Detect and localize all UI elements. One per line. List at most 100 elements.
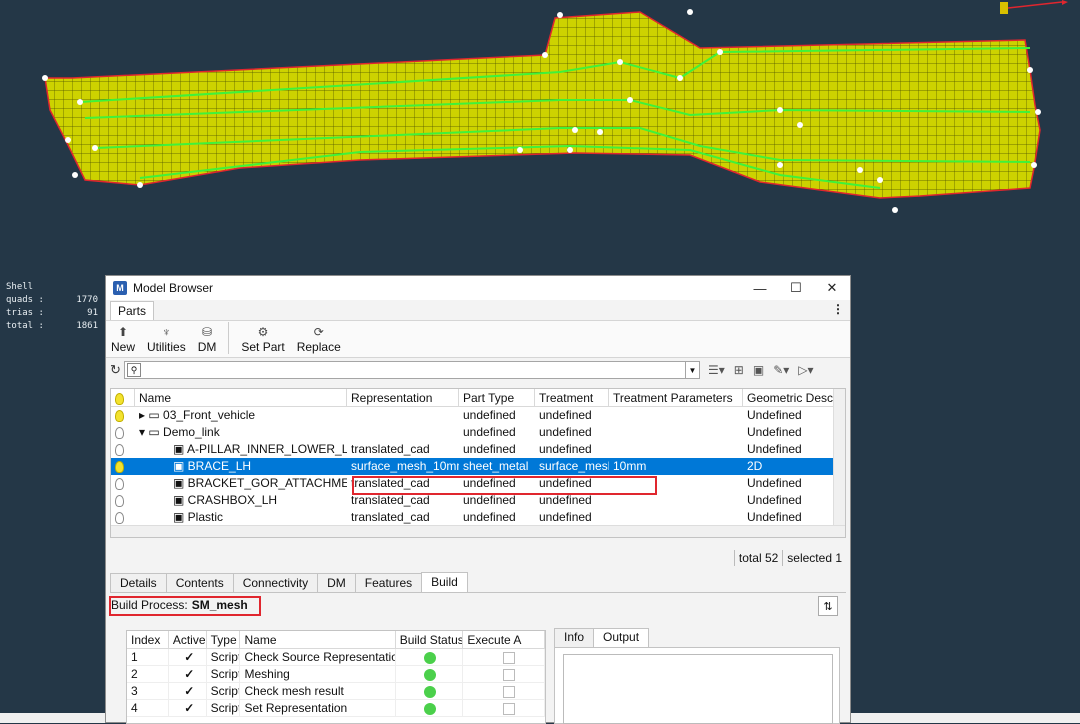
output-panel xyxy=(554,647,840,724)
status-dot-icon xyxy=(423,651,436,664)
replace-icon: ⟳ xyxy=(313,325,324,339)
build-steps-table: Index Active Type Name Build Status Exec… xyxy=(126,630,546,724)
tab-build[interactable]: Build xyxy=(421,572,468,592)
table-row-selected[interactable]: ▣ BRACE_LH surface_mesh_10mm sheet_metal… xyxy=(111,458,845,475)
search-box[interactable]: ⚲ xyxy=(124,361,686,379)
tab-contents[interactable]: Contents xyxy=(165,573,234,592)
visibility-bulb-icon[interactable] xyxy=(111,492,135,509)
column-name[interactable]: Name xyxy=(135,389,347,406)
part-icon: ▣ xyxy=(173,442,188,456)
parts-table: Name Representation Part Type Treatment … xyxy=(110,388,846,538)
execute-checkbox[interactable] xyxy=(503,685,516,698)
set-part-button[interactable]: ⚙ Set Part xyxy=(241,325,284,354)
visibility-bulb-icon[interactable] xyxy=(111,475,135,492)
active-checkbox[interactable]: ✓ xyxy=(169,700,207,716)
step-row[interactable]: 4 ✓ Script Set Representation xyxy=(127,700,545,717)
visibility-bulb-icon[interactable] xyxy=(111,424,135,441)
collapse-chevron-icon[interactable]: ▾ xyxy=(139,425,148,439)
search-row: ↻ ⚲ ▼ ☰▾ ⊞ ▣ ✎▾ ▷▾ xyxy=(106,358,850,382)
title-bar[interactable]: M Model Browser — ☐ ✕ xyxy=(106,276,850,300)
minimize-button[interactable]: — xyxy=(742,276,778,300)
output-textarea[interactable] xyxy=(563,654,833,724)
table-header: Name Representation Part Type Treatment … xyxy=(111,389,845,407)
mesh-model[interactable] xyxy=(0,0,1080,262)
tab-dm[interactable]: DM xyxy=(317,573,356,592)
utilities-icon: ♆ xyxy=(161,325,171,339)
axis-triad xyxy=(992,0,1080,18)
app-icon: M xyxy=(113,281,127,295)
horizontal-scrollbar[interactable] xyxy=(111,525,845,537)
utilities-button[interactable]: ♆ Utilities xyxy=(147,325,186,354)
visibility-bulb-icon[interactable] xyxy=(111,509,135,526)
highlight-box-brace-row xyxy=(352,476,657,495)
total-count: total 52 xyxy=(733,550,782,566)
table-row[interactable]: ▣ Plastic translated_cad undefined undef… xyxy=(111,509,845,526)
info-output-tabs: Info Output xyxy=(554,628,650,647)
search-input[interactable] xyxy=(141,363,685,377)
pointer-icon[interactable]: ▷▾ xyxy=(798,363,813,377)
selected-count: selected 1 xyxy=(782,550,846,566)
step-row[interactable]: 3 ✓ Script Check mesh result xyxy=(127,683,545,700)
status-dot-icon xyxy=(423,685,436,698)
part-icon: ▣ xyxy=(173,459,188,473)
browser-tabs: Parts ⋮ xyxy=(106,300,850,320)
table-row[interactable]: ▣ A-PILLAR_INNER_LOWER_LH translated_cad… xyxy=(111,441,845,458)
execute-checkbox[interactable] xyxy=(503,651,516,664)
part-icon: ▣ xyxy=(173,510,188,524)
build-settings-icon[interactable]: ⇅ xyxy=(818,596,838,616)
stats-row: quads :1770 xyxy=(6,295,98,305)
visibility-bulb-icon[interactable] xyxy=(111,441,135,458)
table-row[interactable]: ▸ ▭ 03_Front_vehicle undefined undefined… xyxy=(111,407,845,424)
step-row[interactable]: 2 ✓ Script Meshing xyxy=(127,666,545,683)
part-icon: ▣ xyxy=(173,476,188,490)
filter-icon[interactable]: ☰▾ xyxy=(708,363,725,377)
folder-icon: ▭ xyxy=(148,425,164,439)
tab-details[interactable]: Details xyxy=(110,573,167,592)
tab-output[interactable]: Output xyxy=(593,628,650,647)
status-bar: total 52 selected 1 xyxy=(110,550,846,566)
active-checkbox[interactable]: ✓ xyxy=(169,683,207,699)
close-button[interactable]: ✕ xyxy=(814,276,850,300)
tab-info[interactable]: Info xyxy=(554,628,595,647)
more-options-icon[interactable]: ⋮ xyxy=(832,302,844,316)
stats-type: Shell xyxy=(6,282,34,292)
column-treatment[interactable]: Treatment xyxy=(535,389,609,406)
new-button[interactable]: ⬆ New xyxy=(111,325,135,354)
dm-button[interactable]: ⛁ DM xyxy=(198,325,217,354)
visibility-bulb-icon[interactable] xyxy=(111,458,135,475)
step-row[interactable]: 1 ✓ Script Check Source Representation xyxy=(127,649,545,666)
view-icon[interactable]: ▣ xyxy=(753,363,764,377)
color-icon[interactable]: ✎▾ xyxy=(773,363,789,377)
expand-chevron-icon[interactable]: ▸ xyxy=(139,408,148,422)
visibility-bulb-icon[interactable] xyxy=(111,407,135,424)
brace-surface xyxy=(44,11,1041,199)
maximize-button[interactable]: ☐ xyxy=(778,276,814,300)
vertical-scrollbar[interactable] xyxy=(833,389,845,525)
execute-checkbox[interactable] xyxy=(503,668,516,681)
part-icon: ▣ xyxy=(173,493,188,507)
refresh-icon[interactable]: ↻ xyxy=(110,362,124,378)
toolbar-divider xyxy=(228,321,230,354)
replace-button[interactable]: ⟳ Replace xyxy=(297,325,341,354)
tab-connectivity[interactable]: Connectivity xyxy=(232,573,319,592)
column-representation[interactable]: Representation xyxy=(347,389,459,406)
mesh-stats: Shell quads :1770 trias :91 total :1861 xyxy=(6,281,98,333)
new-icon: ⬆ xyxy=(117,325,129,339)
tab-parts[interactable]: Parts xyxy=(110,301,155,320)
highlight-box-build-process xyxy=(109,596,261,616)
column-geometric-desc[interactable]: Geometric Desc xyxy=(743,389,837,406)
columns-icon[interactable]: ⊞ xyxy=(734,363,744,377)
execute-checkbox[interactable] xyxy=(503,702,516,715)
active-checkbox[interactable]: ✓ xyxy=(169,649,207,665)
model-browser-window: M Model Browser — ☐ ✕ Parts ⋮ ⬆ New ♆ Ut… xyxy=(105,275,851,724)
table-row[interactable]: ▾ ▭ Demo_link undefined undefined Undefi… xyxy=(111,424,845,441)
filter-tools: ☰▾ ⊞ ▣ ✎▾ ▷▾ xyxy=(708,363,814,377)
search-dropdown-icon[interactable]: ▼ xyxy=(686,361,700,379)
set-part-icon: ⚙ xyxy=(257,325,269,339)
column-treatment-parameters[interactable]: Treatment Parameters xyxy=(609,389,743,406)
column-part-type[interactable]: Part Type xyxy=(459,389,535,406)
active-checkbox[interactable]: ✓ xyxy=(169,666,207,682)
tab-features[interactable]: Features xyxy=(354,573,423,592)
visibility-column-icon[interactable] xyxy=(111,389,135,406)
window-title: Model Browser xyxy=(133,281,214,295)
